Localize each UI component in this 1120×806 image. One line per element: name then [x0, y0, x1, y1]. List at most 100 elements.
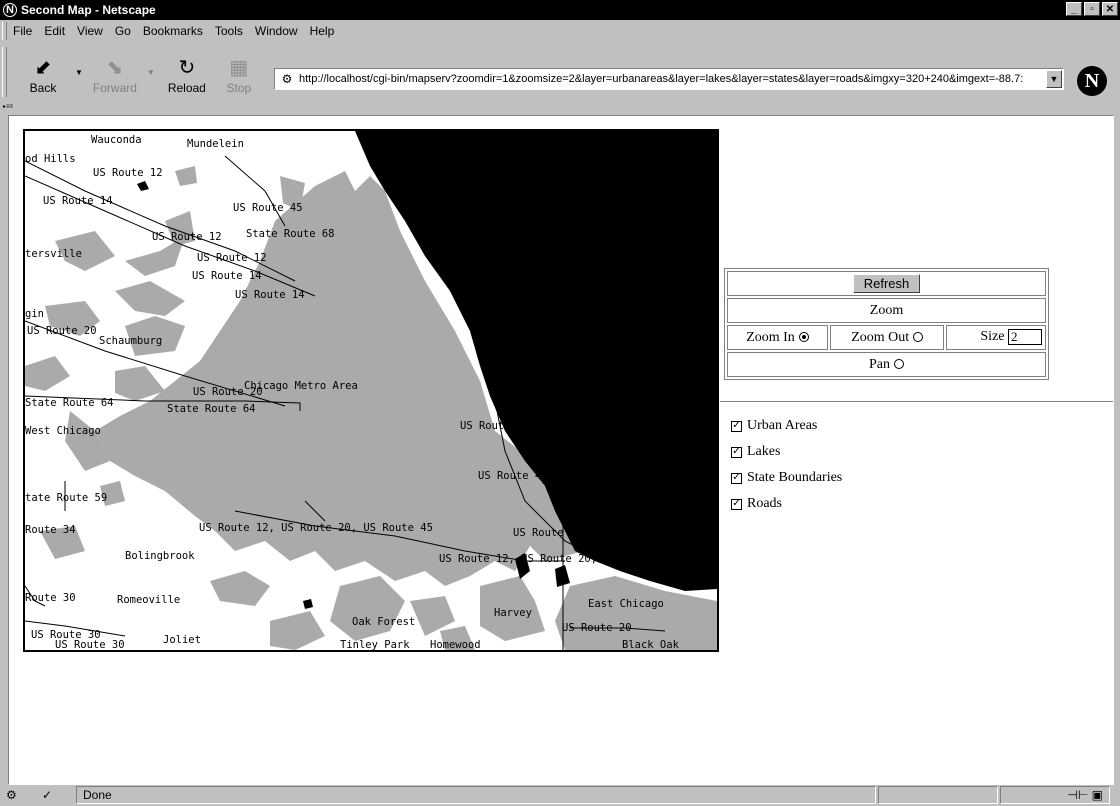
roads-checkbox[interactable]: ✓ [731, 498, 742, 510]
url-field[interactable]: ⚙ http://localhost/cgi-bin/mapserv?zoomd… [274, 68, 1064, 90]
map-label: Oak Forest [352, 616, 415, 628]
netscape-app-icon[interactable]: N [3, 3, 17, 17]
map-label: State Route 64 [25, 397, 114, 409]
toolbar-grip[interactable] [2, 47, 7, 97]
url-text[interactable]: http://localhost/cgi-bin/mapserv?zoomdir… [299, 73, 1046, 85]
forward-button[interactable]: ⬊ Forward [85, 44, 145, 100]
close-button[interactable]: ✕ [1102, 2, 1118, 16]
map-label: US Route 14 [192, 270, 262, 282]
map-label: Joliet [163, 634, 201, 646]
map-label: US Route 12, US Route 20, US Route 45 [199, 522, 433, 534]
state-boundaries-checkbox[interactable]: ✓ [731, 472, 742, 484]
map-label: Mundelein [187, 138, 244, 150]
menu-go[interactable]: Go [115, 24, 131, 38]
back-history-dropdown-icon[interactable]: ▼ [75, 68, 83, 77]
lakes-label: Lakes [747, 444, 781, 459]
map-label: Tinley Park [340, 639, 410, 650]
url-history-dropdown-button[interactable]: ▼ [1046, 70, 1062, 88]
map-label: tersville [25, 248, 82, 260]
map-label: State Route 68 [246, 228, 335, 240]
menu-help[interactable]: Help [310, 24, 335, 38]
maximize-button[interactable]: ▫ [1084, 2, 1100, 16]
zoom-out-cell: Zoom Out [830, 325, 945, 350]
layer-roads[interactable]: ✓ Roads [731, 491, 842, 517]
horizontal-rule [720, 401, 1113, 402]
map-label: State Route 64 [167, 403, 256, 415]
urban-areas-label: Urban Areas [747, 418, 818, 433]
map-label: US Route 12 [152, 231, 222, 243]
map-canvas[interactable]: Wauconda Mundelein od Hills US Route 12 US R… [25, 131, 717, 650]
reload-label: Reload [167, 81, 206, 95]
pan-label: Pan [869, 356, 890, 372]
zoom-in-label: Zoom In [746, 329, 795, 345]
status-bar: ⚙ ✓ Done ⊣⊢ ▣ [0, 784, 1120, 806]
size-cell: Size 2 [946, 325, 1046, 350]
roads-label: Roads [747, 496, 782, 511]
stop-label: Stop [226, 81, 252, 95]
lakes-checkbox[interactable]: ✓ [731, 446, 742, 458]
minimize-button[interactable]: _ [1066, 2, 1082, 16]
collapsed-toolbar-strip[interactable]: ▸≡≡ [0, 103, 1120, 113]
netscape-throbber[interactable]: N [1072, 64, 1112, 98]
map-label: Route 34 [25, 524, 76, 536]
online-status-icon[interactable]: ✓ [36, 786, 74, 804]
zoom-in-radio[interactable] [798, 332, 809, 343]
map-label: Harvey [494, 607, 532, 619]
map-label: Route 30 [25, 592, 76, 604]
map-label: US Route 20 [562, 622, 632, 634]
stop-icon: ▦ [229, 56, 249, 79]
zoom-in-cell: Zoom In [727, 325, 829, 350]
layer-checkbox-list: ✓ Urban Areas ✓ Lakes ✓ State Boundaries… [731, 413, 842, 517]
map-label: od Hills [25, 153, 76, 165]
forward-arrow-icon: ⬊ [106, 56, 124, 79]
state-boundaries-label: State Boundaries [747, 470, 843, 485]
map-label: Bolingbrook [125, 550, 195, 562]
map-image[interactable]: Wauconda Mundelein od Hills US Route 12 US R… [23, 129, 719, 652]
zoom-size-input[interactable]: 2 [1008, 329, 1042, 346]
back-button[interactable]: ⬋ Back [13, 44, 73, 100]
urban-areas-checkbox[interactable]: ✓ [731, 420, 742, 432]
map-label: Schaumburg [99, 335, 162, 347]
menu-tools[interactable]: Tools [215, 24, 243, 38]
zoom-out-radio[interactable] [913, 332, 924, 343]
map-label: tate Route 59 [25, 492, 107, 504]
menu-bar: File Edit View Go Bookmarks Tools Window… [0, 20, 1120, 42]
layer-state-boundaries[interactable]: ✓ State Boundaries [731, 465, 842, 491]
map-label: Chicago Metro Area [244, 380, 358, 392]
map-label: East Chicago [588, 598, 664, 610]
map-label: US Route 14 [43, 195, 113, 207]
menubar-grip[interactable] [2, 22, 7, 40]
map-label: US Route 41 [513, 527, 583, 539]
refresh-cell: Refresh [727, 271, 1046, 296]
menu-file[interactable]: File [13, 24, 32, 38]
reload-button[interactable]: ↻ Reload [157, 44, 217, 100]
map-label: US Route 45 [233, 202, 303, 214]
menu-window[interactable]: Window [255, 24, 298, 38]
page-proxy-icon[interactable]: ⚙ [279, 71, 295, 87]
stop-button[interactable]: ▦ Stop [217, 44, 261, 100]
map-label: US Route 12, US Route 20, US Route 41 [439, 553, 673, 565]
window-title: Second Map - Netscape [21, 3, 156, 17]
pan-radio[interactable] [894, 359, 904, 370]
map-label: US Route 41 [460, 420, 530, 432]
menu-edit[interactable]: Edit [44, 24, 65, 38]
pan-cell: Pan [727, 352, 1046, 377]
netscape-logo-icon: N [1077, 66, 1107, 96]
forward-label: Forward [92, 81, 137, 95]
back-arrow-icon: ⬋ [34, 56, 52, 79]
layer-urban-areas[interactable]: ✓ Urban Areas [731, 413, 842, 439]
security-icon[interactable]: ⚙ [0, 786, 36, 804]
connection-icons[interactable]: ⊣⊢ ▣ [1000, 786, 1110, 804]
layer-lakes[interactable]: ✓ Lakes [731, 439, 842, 465]
map-label: Romeoville [117, 594, 180, 606]
zoom-header: Zoom [727, 298, 1046, 323]
page-content: Wauconda Mundelein od Hills US Route 12 US R… [8, 115, 1114, 785]
map-label: gin [25, 308, 44, 320]
menu-view[interactable]: View [77, 24, 103, 38]
forward-history-dropdown-icon[interactable]: ▼ [147, 68, 155, 77]
zoom-out-label: Zoom Out [851, 329, 910, 345]
menu-bookmarks[interactable]: Bookmarks [143, 24, 203, 38]
refresh-button[interactable]: Refresh [852, 274, 921, 293]
map-label: West Chicago [25, 425, 101, 437]
map-label: US Route 41 [478, 470, 548, 482]
